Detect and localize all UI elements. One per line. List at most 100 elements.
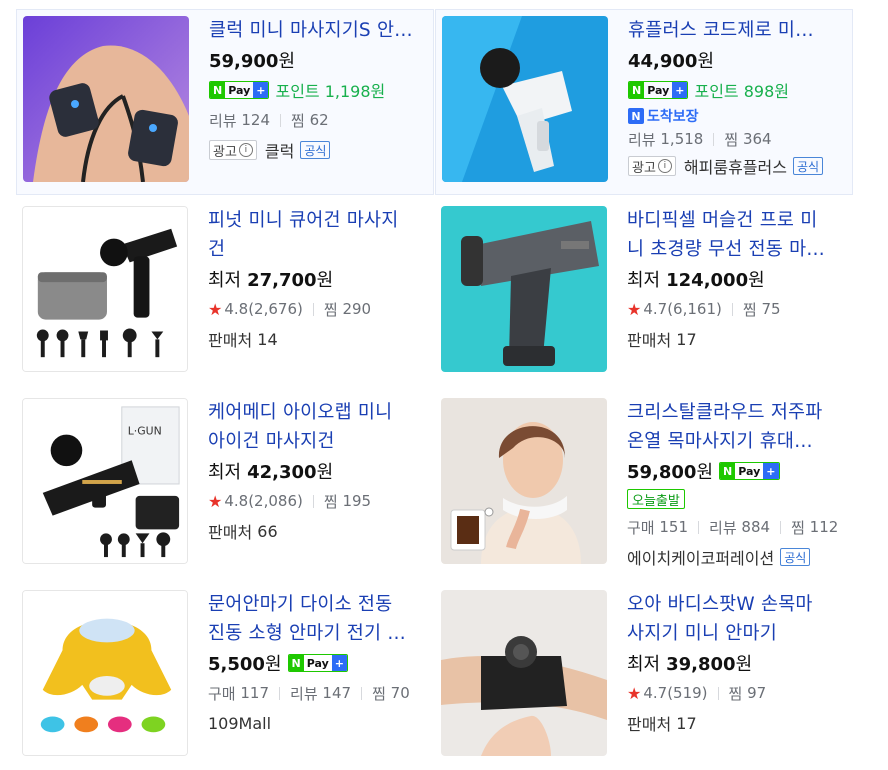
info-icon[interactable]: i bbox=[657, 159, 672, 173]
lowest-price-label: 최저 bbox=[627, 654, 661, 675]
product-price: 44,900원 bbox=[628, 51, 715, 72]
point-label: 포인트 bbox=[275, 82, 320, 101]
arrival-guarantee-badge: N 도착보장 bbox=[628, 106, 699, 126]
zzim-label: 찜 bbox=[728, 684, 743, 703]
review-count: 147 bbox=[322, 684, 352, 702]
product-card[interactable]: 바디픽셀 머슬건 프로 미니 초경량 무선 전동 마… 최저 124,000원 … bbox=[435, 200, 853, 386]
product-photo bbox=[441, 590, 607, 756]
product-card[interactable]: 클럭 미니 마사지기S 안… 59,900원 N Pay + 포인트 1,198원 … bbox=[16, 9, 434, 195]
sellers-label: 판매처 bbox=[627, 331, 672, 350]
product-image[interactable] bbox=[441, 206, 607, 372]
product-card[interactable]: 크리스탈클라우드 저주파 온열 목마사지기 휴대… 59,800원 N Pay + 오… bbox=[435, 392, 853, 578]
lowest-price-label: 최저 bbox=[627, 270, 661, 291]
product-photo: L·GUN bbox=[23, 399, 187, 563]
npay-badge: N Pay + bbox=[209, 81, 270, 99]
product-price: 59,800원 bbox=[627, 462, 714, 483]
divider bbox=[280, 113, 282, 127]
divider bbox=[731, 302, 733, 316]
ad-badge[interactable]: 광고 i bbox=[628, 156, 676, 176]
info-icon[interactable]: i bbox=[238, 143, 253, 157]
divider bbox=[698, 520, 700, 534]
product-image[interactable] bbox=[22, 590, 188, 756]
sellers-count: 66 bbox=[257, 521, 278, 541]
seller-name[interactable]: 해피룸휴플러스 bbox=[684, 154, 787, 178]
product-price: 124,000원 bbox=[666, 270, 765, 291]
product-image[interactable] bbox=[22, 206, 188, 372]
rating: 4.7(519) bbox=[643, 684, 708, 702]
zzim-count: 364 bbox=[742, 130, 772, 148]
seller-name[interactable]: 109Mall bbox=[208, 714, 271, 733]
divider bbox=[361, 686, 363, 700]
sellers-count: 14 bbox=[257, 329, 278, 349]
purchase-label: 구매 bbox=[208, 684, 236, 703]
review-label: 리뷰 bbox=[209, 111, 237, 130]
official-badge: 공식 bbox=[792, 157, 824, 175]
sellers-label: 판매처 bbox=[627, 715, 672, 734]
review-label: 리뷰 bbox=[709, 518, 737, 537]
npay-badge: N Pay + bbox=[719, 462, 780, 480]
rating: 4.7(6,161) bbox=[643, 300, 722, 318]
zzim-label: 찜 bbox=[791, 518, 805, 537]
product-photo bbox=[23, 16, 189, 182]
product-card[interactable]: 문어안마기 다이소 전동 진동 소형 안마기 전기 … 5,500원 N Pay + … bbox=[16, 584, 434, 770]
divider bbox=[279, 686, 281, 700]
zzim-label: 찜 bbox=[291, 111, 305, 130]
seller-name[interactable]: 클럭 bbox=[265, 138, 294, 162]
product-photo bbox=[442, 16, 608, 182]
product-title[interactable]: 크리스탈클라우드 저주파 온열 목마사지기 휴대… bbox=[627, 398, 851, 456]
ad-badge[interactable]: 광고 i bbox=[209, 140, 257, 160]
product-card[interactable]: 휴플러스 코드제로 미… 44,900원 N Pay + 포인트 898원 N 도착보… bbox=[435, 9, 853, 195]
product-image[interactable] bbox=[442, 16, 608, 182]
point-value: 1,198원 bbox=[324, 82, 386, 101]
product-card[interactable]: 피넛 미니 큐어건 마사지 건 최저 27,700원 ★ 4.8(2,676) 찜 … bbox=[16, 200, 434, 386]
divider bbox=[717, 686, 719, 700]
product-title[interactable]: 클럭 미니 마사지기S 안… bbox=[209, 16, 433, 45]
product-title[interactable]: 바디픽셀 머슬건 프로 미니 초경량 무선 전동 마… bbox=[627, 206, 851, 264]
review-label: 리뷰 bbox=[290, 684, 318, 703]
product-image[interactable] bbox=[23, 16, 189, 182]
divider bbox=[780, 520, 782, 534]
rating: 4.8(2,676) bbox=[224, 300, 303, 318]
product-price: 39,800원 bbox=[666, 654, 753, 675]
review-label: 리뷰 bbox=[628, 130, 656, 149]
product-card[interactable]: L·GUN 케어메디 아이오랩 미니 아이건 마사지건 최저 42,300원 ★ 4… bbox=[16, 392, 434, 578]
product-title[interactable]: 오아 바디스팟W 손목마 사지기 미니 안마기 bbox=[627, 590, 851, 648]
zzim-count: 290 bbox=[342, 300, 372, 318]
product-image[interactable]: L·GUN bbox=[22, 398, 188, 564]
sellers-label: 판매처 bbox=[208, 523, 253, 542]
zzim-label: 찜 bbox=[323, 492, 338, 511]
product-image[interactable] bbox=[441, 590, 607, 756]
product-photo bbox=[441, 206, 607, 372]
product-image[interactable] bbox=[441, 398, 607, 564]
box-brand-text: L·GUN bbox=[128, 425, 162, 438]
purchase-label: 구매 bbox=[627, 518, 655, 537]
zzim-label: 찜 bbox=[372, 684, 386, 703]
seller-name[interactable]: 에이치케이코퍼레이션 bbox=[627, 545, 774, 569]
product-title[interactable]: 피넛 미니 큐어건 마사지 건 bbox=[208, 206, 432, 264]
review-count: 884 bbox=[741, 518, 771, 536]
product-title[interactable]: 문어안마기 다이소 전동 진동 소형 안마기 전기 … bbox=[208, 590, 432, 648]
zzim-count: 97 bbox=[747, 684, 767, 702]
zzim-count: 70 bbox=[390, 684, 410, 702]
divider bbox=[312, 302, 314, 316]
purchase-count: 117 bbox=[240, 684, 270, 702]
product-title[interactable]: 휴플러스 코드제로 미… bbox=[628, 16, 852, 45]
product-price: 42,300원 bbox=[247, 462, 334, 483]
product-price: 59,900원 bbox=[209, 51, 296, 72]
product-photo bbox=[23, 591, 187, 755]
zzim-count: 62 bbox=[309, 111, 329, 129]
product-title[interactable]: 케어메디 아이오랩 미니 아이건 마사지건 bbox=[208, 398, 432, 456]
sellers-label: 판매처 bbox=[208, 331, 253, 350]
zzim-label: 찜 bbox=[742, 300, 757, 319]
lowest-price-label: 최저 bbox=[208, 270, 242, 291]
npay-badge: N Pay + bbox=[287, 654, 348, 672]
divider bbox=[713, 132, 715, 146]
sellers-count: 17 bbox=[676, 329, 697, 349]
star-icon: ★ bbox=[627, 683, 642, 703]
divider bbox=[312, 494, 314, 508]
zzim-label: 찜 bbox=[323, 300, 338, 319]
product-card[interactable]: 오아 바디스팟W 손목마 사지기 미니 안마기 최저 39,800원 ★ 4.7(5… bbox=[435, 584, 853, 770]
point-label: 포인트 bbox=[694, 82, 739, 101]
product-photo bbox=[23, 207, 187, 371]
official-badge: 공식 bbox=[300, 141, 331, 159]
